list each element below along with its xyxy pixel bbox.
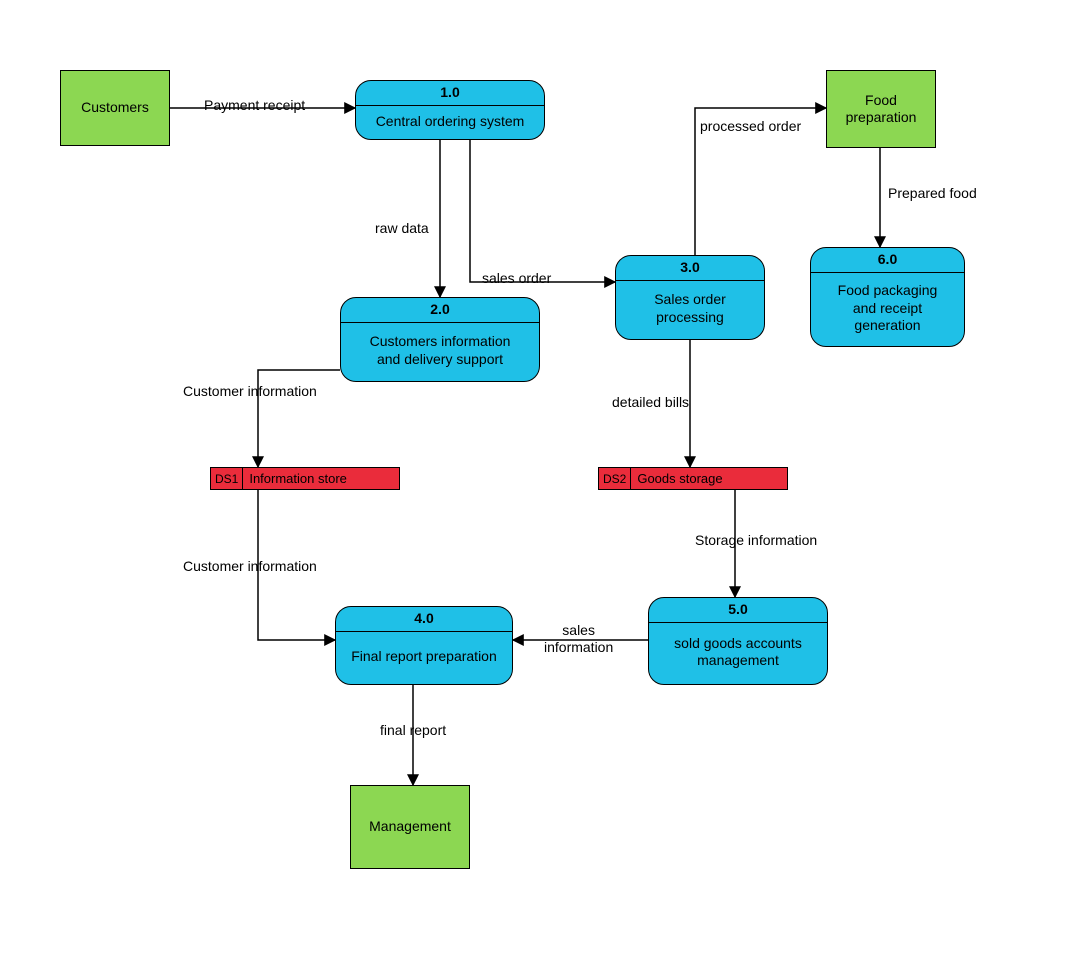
- flow-customer-info-2: Customer information: [183, 558, 317, 575]
- process-3-number: 3.0: [616, 256, 764, 281]
- entity-food-preparation: Food preparation: [826, 70, 936, 148]
- datastore-ds2: DS2 Goods storage: [598, 467, 788, 490]
- flow-final-report: final report: [380, 722, 446, 739]
- process-2-number: 2.0: [341, 298, 539, 323]
- process-1-name: Central ordering system: [356, 106, 544, 140]
- process-2-name: Customers information and delivery suppo…: [341, 323, 539, 382]
- process-2-customer-info: 2.0 Customers information and delivery s…: [340, 297, 540, 382]
- flow-sales-order: sales order: [482, 270, 551, 287]
- entity-management: Management: [350, 785, 470, 869]
- process-4-name: Final report preparation: [336, 632, 512, 685]
- datastore-ds1-name: Information store: [243, 468, 353, 489]
- process-1-central-ordering: 1.0 Central ordering system: [355, 80, 545, 140]
- datastore-ds2-name: Goods storage: [631, 468, 728, 489]
- datastore-ds1: DS1 Information store: [210, 467, 400, 490]
- entity-food-prep-label: Food preparation: [846, 92, 917, 127]
- process-5-sold-goods: 5.0 sold goods accounts management: [648, 597, 828, 685]
- process-3-name: Sales order processing: [616, 281, 764, 340]
- process-3-sales-order: 3.0 Sales order processing: [615, 255, 765, 340]
- flow-raw-data: raw data: [375, 220, 429, 237]
- datastore-ds1-id: DS1: [211, 468, 243, 489]
- process-4-final-report: 4.0 Final report preparation: [335, 606, 513, 685]
- flow-prepared-food: Prepared food: [888, 185, 977, 202]
- datastore-ds2-id: DS2: [599, 468, 631, 489]
- process-6-number: 6.0: [811, 248, 964, 273]
- process-5-name: sold goods accounts management: [649, 623, 827, 685]
- process-6-name: Food packaging and receipt generation: [811, 273, 964, 347]
- entity-management-label: Management: [369, 818, 451, 836]
- flow-customer-info-1: Customer information: [183, 383, 317, 400]
- flow-sales-info: sales information: [544, 622, 613, 656]
- process-4-number: 4.0: [336, 607, 512, 632]
- flow-detailed-bills: detailed bills: [612, 394, 689, 411]
- entity-customers: Customers: [60, 70, 170, 146]
- flow-payment-receipt: Payment receipt: [204, 97, 305, 114]
- diagram-canvas: Customers Food preparation Management 1.…: [0, 0, 1075, 970]
- flow-processed-order: processed order: [700, 118, 801, 135]
- process-5-number: 5.0: [649, 598, 827, 623]
- flow-storage-info: Storage information: [695, 532, 817, 549]
- process-1-number: 1.0: [356, 81, 544, 106]
- entity-customers-label: Customers: [81, 99, 149, 117]
- process-6-food-packaging: 6.0 Food packaging and receipt generatio…: [810, 247, 965, 347]
